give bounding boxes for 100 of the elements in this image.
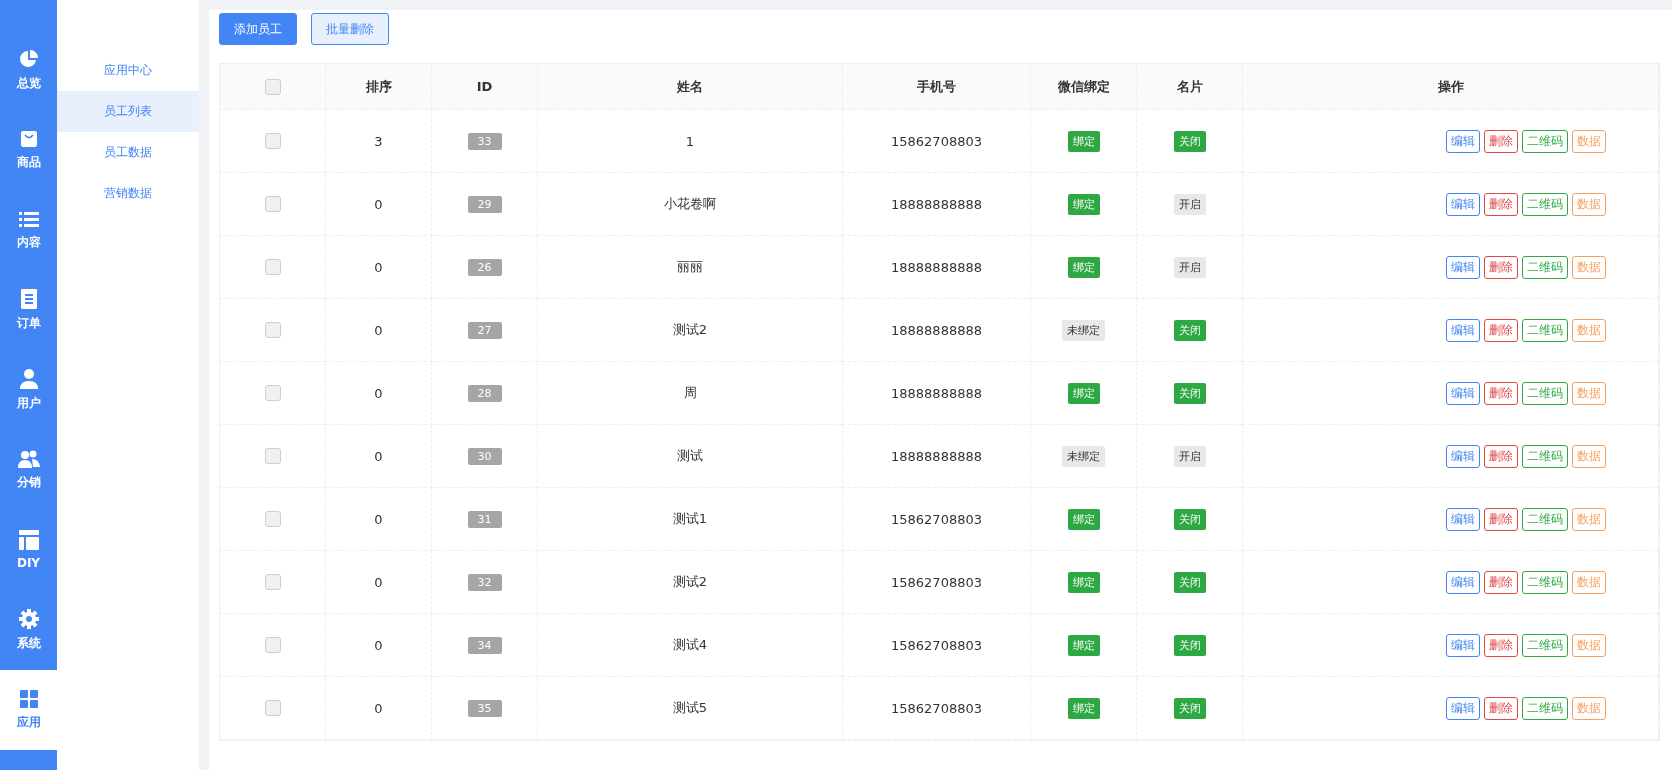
- action-button[interactable]: 二维码: [1521, 318, 1568, 342]
- action-button[interactable]: 删除: [1483, 381, 1518, 405]
- action-button[interactable]: 编辑: [1445, 570, 1480, 594]
- table-cell: 15862708803: [843, 677, 1031, 740]
- card-status-tag: 关闭: [1173, 130, 1206, 152]
- action-button[interactable]: 编辑: [1445, 444, 1480, 468]
- select-all-checkbox[interactable]: [264, 78, 281, 95]
- action-button[interactable]: 二维码: [1521, 507, 1568, 531]
- column-header: 排序: [326, 64, 432, 110]
- add-employee-button[interactable]: 添加员工: [219, 13, 297, 45]
- table-cell: 测试2: [538, 551, 843, 614]
- card-status-tag: 关闭: [1173, 382, 1206, 404]
- table-cell: 0: [326, 488, 432, 551]
- action-button[interactable]: 数据: [1571, 381, 1606, 405]
- submenu-item[interactable]: 员工数据: [57, 132, 199, 173]
- submenu-item[interactable]: 营销数据: [57, 173, 199, 214]
- submenu-item[interactable]: 员工列表: [57, 91, 199, 132]
- action-button[interactable]: 数据: [1571, 318, 1606, 342]
- nav-item[interactable]: 内容: [0, 190, 57, 270]
- nav-label: DIY: [16, 556, 41, 570]
- id-tag: 26: [467, 258, 502, 276]
- nav-item[interactable]: DIY: [0, 510, 57, 590]
- table-cell: 0: [326, 173, 432, 236]
- nav-label: 订单: [16, 314, 41, 332]
- action-button[interactable]: 编辑: [1445, 192, 1480, 216]
- action-button[interactable]: 数据: [1571, 507, 1606, 531]
- row-checkbox[interactable]: [264, 637, 281, 653]
- action-button[interactable]: 数据: [1571, 696, 1606, 720]
- action-button[interactable]: 数据: [1571, 129, 1606, 153]
- action-button[interactable]: 数据: [1571, 444, 1606, 468]
- action-button[interactable]: 编辑: [1445, 255, 1480, 279]
- action-button[interactable]: 数据: [1571, 633, 1606, 657]
- action-button[interactable]: 删除: [1483, 507, 1518, 531]
- column-header: 微信绑定: [1031, 64, 1137, 110]
- wechat-status-tag: 绑定: [1067, 508, 1100, 530]
- column-header: 名片: [1137, 64, 1243, 110]
- batch-delete-button[interactable]: 批量删除: [311, 13, 389, 45]
- action-button[interactable]: 数据: [1571, 570, 1606, 594]
- action-button[interactable]: 二维码: [1521, 633, 1568, 657]
- action-button[interactable]: 二维码: [1521, 129, 1568, 153]
- card-status-tag: 开启: [1173, 445, 1206, 467]
- action-button[interactable]: 删除: [1483, 318, 1518, 342]
- action-button[interactable]: 删除: [1483, 129, 1518, 153]
- id-tag: 27: [467, 321, 502, 339]
- action-button[interactable]: 编辑: [1445, 633, 1480, 657]
- row-checkbox[interactable]: [264, 196, 281, 212]
- nav-label: 内容: [16, 233, 41, 251]
- submenu-item[interactable]: 应用中心: [57, 50, 199, 91]
- id-tag: 34: [467, 636, 502, 654]
- row-checkbox[interactable]: [264, 385, 281, 401]
- pie-chart-icon: [18, 48, 39, 69]
- row-checkbox[interactable]: [264, 574, 281, 590]
- nav-item[interactable]: 订单: [0, 270, 57, 350]
- id-tag: 29: [467, 195, 502, 213]
- action-button[interactable]: 编辑: [1445, 696, 1480, 720]
- id-tag: 35: [467, 699, 502, 717]
- row-checkbox[interactable]: [264, 259, 281, 275]
- action-button[interactable]: 删除: [1483, 633, 1518, 657]
- action-button[interactable]: 编辑: [1445, 318, 1480, 342]
- action-button[interactable]: 二维码: [1521, 192, 1568, 216]
- action-button[interactable]: 二维码: [1521, 696, 1568, 720]
- action-button[interactable]: 删除: [1483, 696, 1518, 720]
- wechat-status-tag: 绑定: [1067, 634, 1100, 656]
- action-button[interactable]: 二维码: [1521, 444, 1568, 468]
- id-tag: 30: [467, 447, 502, 465]
- nav-item[interactable]: 应用: [0, 670, 57, 750]
- nav-item[interactable]: 分销: [0, 430, 57, 510]
- table-cell: 15862708803: [843, 110, 1031, 173]
- action-button[interactable]: 编辑: [1445, 507, 1480, 531]
- action-button[interactable]: 删除: [1483, 444, 1518, 468]
- table-cell: 测试2: [538, 299, 843, 362]
- row-checkbox[interactable]: [264, 133, 281, 149]
- action-button[interactable]: 编辑: [1445, 381, 1480, 405]
- action-button[interactable]: 删除: [1483, 255, 1518, 279]
- table-cell: 丽丽: [538, 236, 843, 299]
- id-tag: 32: [467, 573, 502, 591]
- action-button[interactable]: 编辑: [1445, 129, 1480, 153]
- action-button[interactable]: 删除: [1483, 192, 1518, 216]
- column-header: 操作: [1243, 64, 1659, 110]
- row-checkbox[interactable]: [264, 700, 281, 716]
- action-button[interactable]: 二维码: [1521, 381, 1568, 405]
- nav-item[interactable]: 商品: [0, 110, 57, 190]
- nav-item[interactable]: 总览: [0, 30, 57, 110]
- table-cell: 18888888888: [843, 173, 1031, 236]
- row-checkbox[interactable]: [264, 448, 281, 464]
- nav-item[interactable]: 系统: [0, 590, 57, 670]
- action-button[interactable]: 删除: [1483, 570, 1518, 594]
- nav-item[interactable]: 用户: [0, 350, 57, 430]
- id-tag: 33: [467, 132, 502, 150]
- row-checkbox[interactable]: [264, 322, 281, 338]
- action-button[interactable]: 数据: [1571, 255, 1606, 279]
- action-button[interactable]: 二维码: [1521, 255, 1568, 279]
- nav-label: 商品: [16, 153, 41, 171]
- table-cell: 0: [326, 551, 432, 614]
- nav-label: 应用: [16, 713, 41, 731]
- action-button[interactable]: 二维码: [1521, 570, 1568, 594]
- column-header: 手机号: [843, 64, 1031, 110]
- action-button[interactable]: 数据: [1571, 192, 1606, 216]
- row-checkbox[interactable]: [264, 511, 281, 527]
- table-cell: 0: [326, 299, 432, 362]
